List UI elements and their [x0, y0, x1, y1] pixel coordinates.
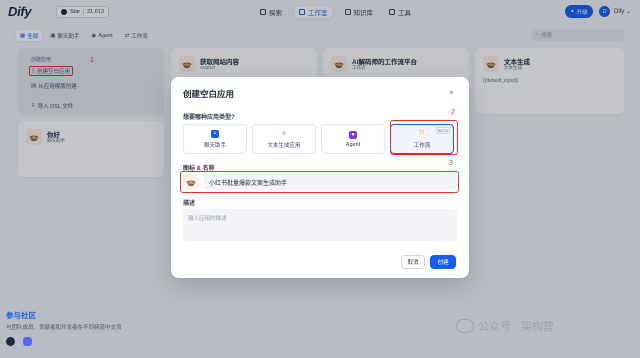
text-gen-icon: ≡	[282, 130, 286, 137]
community-title: 参与社区	[6, 311, 36, 320]
cancel-button[interactable]: 取消	[401, 255, 425, 269]
discord-icon[interactable]	[23, 337, 32, 346]
create-blank-app-dialog: 创建空白应用 × 想要哪种应用类型? ▪ 聊天助手 ≡ 文本生成应用 ● Age…	[171, 77, 469, 278]
wechat-icon	[456, 319, 474, 333]
community-description: 与团队成员、贡献者和开发者在不同频道中交流	[6, 325, 122, 331]
watermark: 公众号 · 架构营	[456, 318, 554, 334]
annotation-2: 2	[451, 109, 455, 116]
highlight-name-box	[180, 171, 459, 193]
app-type-agent[interactable]: ● Agent	[321, 124, 385, 154]
create-button[interactable]: 创建	[430, 255, 456, 269]
app-type-text-generation[interactable]: ≡ 文本生成应用	[252, 124, 316, 154]
watermark-text: 公众号 · 架构营	[478, 321, 554, 333]
highlight-workflow-box	[390, 120, 458, 155]
app-type-label: Agent	[345, 141, 361, 148]
github-icon[interactable]	[6, 337, 15, 346]
app-type-label: 文本生成应用	[267, 142, 301, 149]
annotation-3: 3	[449, 160, 453, 167]
description-label: 描述	[183, 201, 196, 207]
app-type-question: 想要哪种应用类型?	[183, 115, 235, 121]
chat-icon: ▪	[211, 129, 219, 138]
agent-icon: ●	[349, 130, 357, 139]
dialog-title: 创建空白应用	[183, 89, 235, 99]
community-section: 参与社区 与团队成员、贡献者和开发者在不同频道中交流	[6, 310, 122, 346]
community-links	[6, 337, 122, 346]
app-type-label: 聊天助手	[203, 142, 226, 149]
app-type-chat[interactable]: ▪ 聊天助手	[183, 124, 247, 154]
close-icon[interactable]: ×	[449, 88, 454, 97]
description-field[interactable]: 输入应用的描述	[183, 209, 457, 241]
